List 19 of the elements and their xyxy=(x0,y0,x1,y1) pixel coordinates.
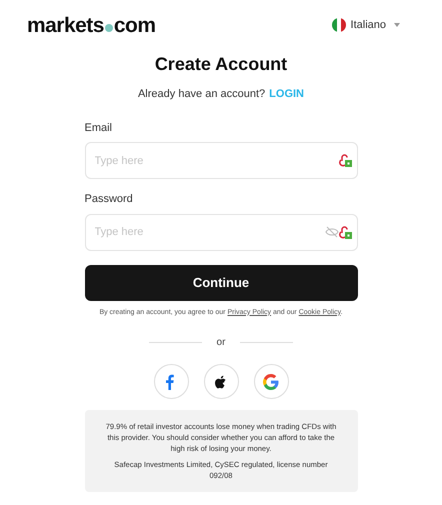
page-title: Create Account xyxy=(154,53,288,76)
facebook-sign-in-button[interactable] xyxy=(154,364,188,399)
login-prompt: Already have an account? xyxy=(138,87,266,102)
field-label: Email xyxy=(84,120,114,136)
caret-icon xyxy=(394,23,400,27)
logo-text: com xyxy=(114,14,156,36)
password-manager-icon xyxy=(338,226,352,238)
password-manager-icon xyxy=(338,154,352,167)
language-selector[interactable]: Italiano xyxy=(332,16,400,34)
email-field[interactable]: Type here xyxy=(84,142,358,179)
google-sign-in-button[interactable] xyxy=(254,364,288,399)
divider-text: or xyxy=(216,336,226,350)
apple-sign-in-button[interactable] xyxy=(204,364,238,399)
flag-icon xyxy=(332,18,346,32)
password-field[interactable]: Type here xyxy=(84,214,358,250)
continue-button[interactable]: Continue xyxy=(84,264,358,300)
google-icon xyxy=(263,374,279,390)
logo-text: markets xyxy=(27,14,104,36)
field-label: Password xyxy=(84,192,134,207)
